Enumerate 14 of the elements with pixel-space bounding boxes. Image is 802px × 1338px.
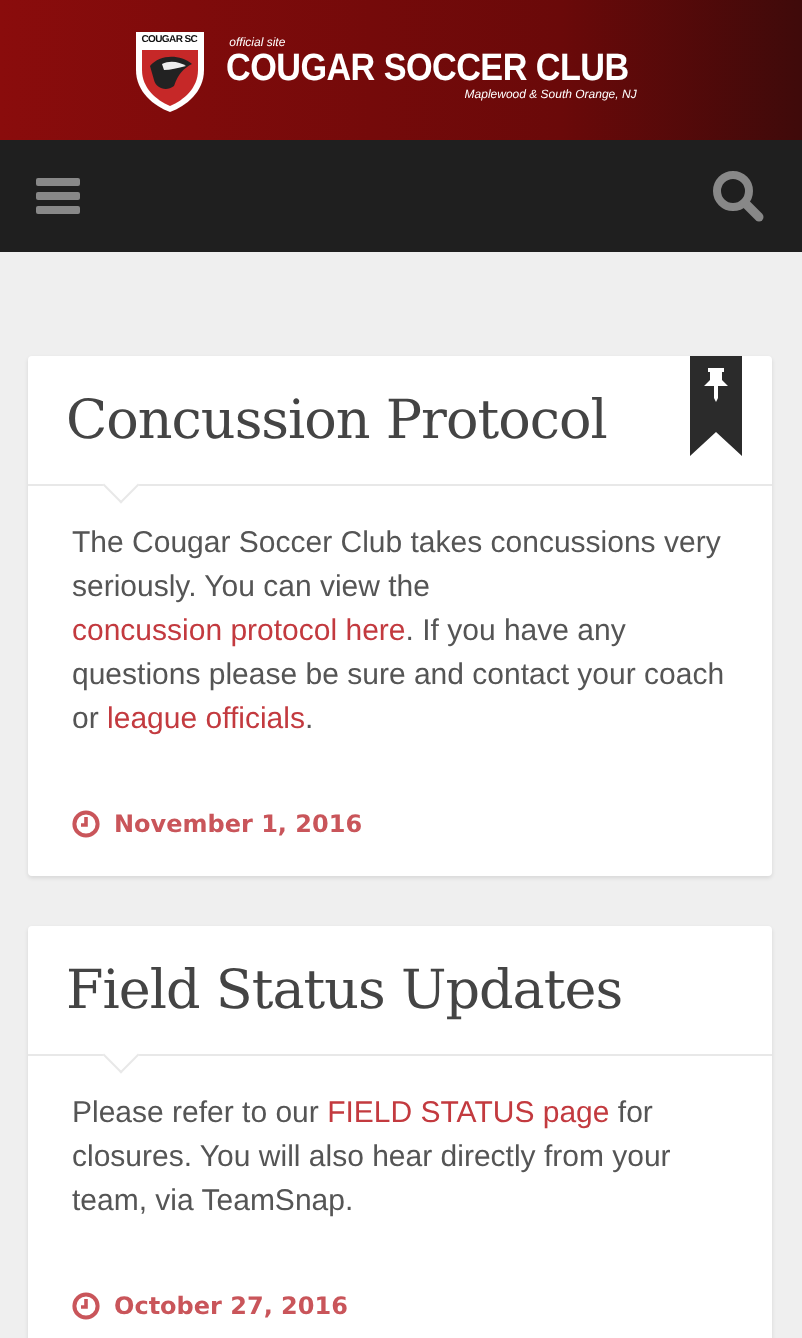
clock-icon <box>72 810 100 838</box>
search-icon[interactable] <box>712 170 764 222</box>
text-link[interactable]: concussion protocol here <box>72 614 406 648</box>
post-text: Please refer to our FIELD STATUS page for closures. You will also hear directly from your team, via TeamSnap. <box>70 1094 673 1222</box>
clock-icon <box>72 1292 100 1320</box>
post-text: The Cougar Soccer Club takes concussions very seriously. You can view the concussion protocol here. If you have any questions please be sure and contact your coach or league officials. <box>70 524 727 740</box>
post-title[interactable]: Concussion Protocol <box>66 389 607 451</box>
text-link[interactable]: league officials <box>107 702 305 736</box>
post-title[interactable]: Field Status Updates <box>66 959 623 1021</box>
text-link[interactable]: FIELD STATUS page <box>327 1096 610 1130</box>
menu-icon[interactable] <box>36 178 80 214</box>
site-name: COUGAR SOCCER CLUB <box>225 50 628 90</box>
date-text: October 27, 2016 <box>114 1292 348 1320</box>
date-text: November 1, 2016 <box>114 810 363 838</box>
